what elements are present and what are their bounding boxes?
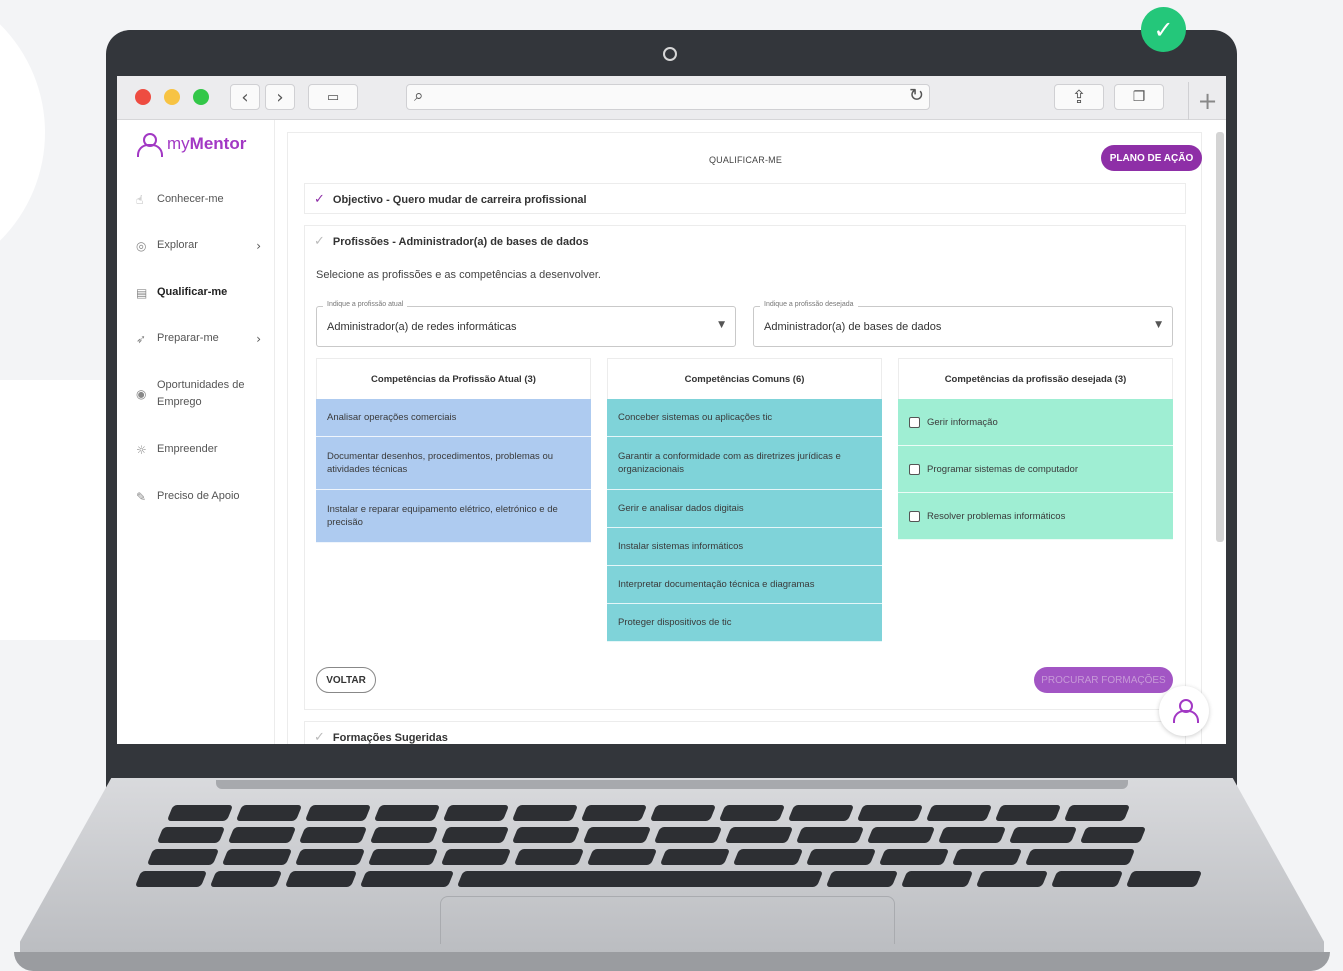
lightbulb-icon: ☼	[136, 443, 147, 457]
keyboard	[130, 805, 1213, 893]
column-header: Competências da Profissão Atual (3)	[316, 358, 591, 399]
main-content: QUALIFICAR-ME PLANO DE AÇÃO ✓ Objectivo …	[287, 132, 1202, 744]
sidebar-item-empreender[interactable]: ☼ Empreender	[136, 443, 261, 458]
list-item[interactable]: Programar sistemas de computador	[898, 446, 1173, 493]
section-profissoes: ✓ Profissões - Administrador(a) de bases…	[304, 225, 1186, 710]
list-item: Proteger dispositivos de tic	[607, 604, 882, 642]
dropdown-arrow-icon: ▼	[718, 320, 725, 330]
back-button[interactable]: ‹	[230, 84, 260, 110]
sidebar-item-explorar[interactable]: ◎ Explorar ›	[136, 239, 261, 254]
column-competencias-desejada: Competências da profissão desejada (3) G…	[898, 358, 1173, 540]
sidebar-item-conhecer-me[interactable]: ☝ Conhecer-me	[136, 193, 261, 208]
section-profissoes-header[interactable]: ✓ Profissões - Administrador(a) de bases…	[314, 234, 589, 249]
browser-window: ‹ › ▭ ⌕ ↻ ⇪ ❐ + myMentor ☝ Conhecer-me ◎…	[117, 76, 1226, 744]
trackpad	[440, 896, 895, 944]
list-item: Garantir a conformidade com as diretrize…	[607, 437, 882, 490]
reload-icon[interactable]: ↻	[909, 85, 924, 106]
list-item[interactable]: Gerir informação	[898, 399, 1173, 446]
section-objectivo[interactable]: ✓ Objectivo - Quero mudar de carreira pr…	[304, 183, 1186, 214]
sidebar-item-qualificar-me[interactable]: ▤ Qualificar-me	[136, 286, 261, 301]
profissao-atual-value: Administrador(a) de redes informáticas	[327, 321, 517, 333]
list-item: Interpretar documentação técnica e diagr…	[607, 566, 882, 604]
list-item[interactable]: Resolver problemas informáticos	[898, 493, 1173, 540]
checkbox[interactable]	[909, 510, 920, 522]
plano-de-acao-button[interactable]: PLANO DE AÇÃO	[1101, 145, 1202, 171]
section-formacoes-title: Formações Sugeridas	[332, 731, 448, 744]
profile-fab-button[interactable]	[1159, 686, 1209, 736]
section-objectivo-title: Objectivo - Quero mudar de carreira prof…	[332, 193, 587, 206]
page-title: QUALIFICAR-ME	[708, 155, 783, 165]
column-header: Competências Comuns (6)	[607, 358, 882, 399]
profissao-atual-label: Indique a profissão atual	[323, 301, 408, 308]
list-item: Instalar e reparar equipamento elétrico,…	[316, 490, 591, 543]
list-item: Conceber sistemas ou aplicações tic	[607, 399, 882, 437]
sidebar-toggle-icon[interactable]: ▭	[308, 84, 358, 110]
list-item: Analisar operações comerciais	[316, 399, 591, 437]
check-icon: ✓	[314, 234, 325, 249]
laptop-foot	[14, 952, 1330, 971]
search-job-icon: ◉	[136, 387, 147, 401]
certificate-icon: ▤	[136, 286, 148, 300]
checkbox[interactable]	[909, 416, 920, 428]
column-competencias-atual: Competências da Profissão Atual (3) Anal…	[316, 358, 591, 543]
camera-icon	[663, 47, 677, 61]
section-formacoes[interactable]: ✓ Formações Sugeridas	[304, 721, 1186, 744]
search-icon: ⌕	[414, 86, 424, 106]
section-profissoes-title: Profissões - Administrador(a) de bases d…	[332, 235, 589, 248]
user-icon	[1173, 699, 1199, 723]
column-competencias-comuns: Competências Comuns (6) Conceber sistema…	[607, 358, 882, 642]
maximize-window-button[interactable]	[193, 89, 209, 105]
share-icon[interactable]: ⇪	[1054, 84, 1104, 110]
compass-icon: ◎	[136, 239, 147, 253]
list-item: Instalar sistemas informáticos	[607, 528, 882, 566]
procurar-formacoes-button[interactable]: PROCURAR FORMAÇÕES	[1034, 667, 1173, 693]
success-check-icon: ✓	[1141, 7, 1186, 52]
stage: ✓ ‹ › ▭ ⌕ ↻ ⇪ ❐ + myMentor ☝ Conhecer-me…	[0, 0, 1343, 971]
chevron-right-icon: ›	[256, 239, 261, 253]
support-icon: ✎	[136, 490, 147, 504]
scrollbar[interactable]	[1216, 132, 1224, 542]
tabs-overview-icon[interactable]: ❐	[1114, 84, 1164, 110]
sidebar-item-preparar-me[interactable]: ➶ Preparar-me ›	[136, 332, 261, 347]
checkbox-label: Resolver problemas informáticos	[927, 510, 1066, 522]
profissao-desejada-label: Indique a profissão desejada	[760, 301, 858, 308]
app-logo[interactable]: myMentor	[137, 133, 247, 157]
profissao-atual-select[interactable]: Indique a profissão atual Administrador(…	[316, 301, 736, 347]
checkbox-label: Gerir informação	[927, 416, 998, 428]
background-circle	[0, 0, 45, 285]
new-tab-button[interactable]: +	[1188, 82, 1226, 120]
checkbox[interactable]	[909, 463, 920, 475]
profissao-desejada-value: Administrador(a) de bases de dados	[764, 321, 942, 333]
list-item: Gerir e analisar dados digitais	[607, 490, 882, 528]
laptop-hinge	[216, 780, 1128, 789]
check-icon: ✓	[314, 730, 325, 744]
user-icon	[137, 133, 163, 157]
sidebar-item-oportunidades[interactable]: ◉ Oportunidades de Emprego	[136, 379, 261, 411]
address-bar[interactable]: ⌕ ↻	[406, 84, 930, 110]
app-name: myMentor	[167, 134, 247, 153]
checkbox-label: Programar sistemas de computador	[927, 463, 1079, 475]
browser-toolbar: ‹ › ▭ ⌕ ↻ ⇪ ❐ +	[117, 76, 1226, 120]
instruction-text: Selecione as profissões e as competência…	[316, 269, 601, 281]
minimize-window-button[interactable]	[164, 89, 180, 105]
voltar-button[interactable]: VOLTAR	[316, 667, 376, 693]
list-item: Documentar desenhos, procedimentos, prob…	[316, 437, 591, 490]
rocket-icon: ➶	[136, 332, 147, 346]
profissao-desejada-select[interactable]: Indique a profissão desejada Administrad…	[753, 301, 1173, 347]
check-icon: ✓	[314, 192, 325, 207]
dropdown-arrow-icon: ▼	[1155, 320, 1162, 330]
chevron-right-icon: ›	[256, 332, 261, 346]
column-header: Competências da profissão desejada (3)	[898, 358, 1173, 399]
hand-icon: ☝	[136, 193, 144, 207]
sidebar-item-preciso-de-apoio[interactable]: ✎ Preciso de Apoio	[136, 490, 261, 505]
forward-button[interactable]: ›	[265, 84, 295, 110]
close-window-button[interactable]	[135, 89, 151, 105]
sidebar: myMentor ☝ Conhecer-me ◎ Explorar › ▤ Qu…	[117, 120, 275, 744]
